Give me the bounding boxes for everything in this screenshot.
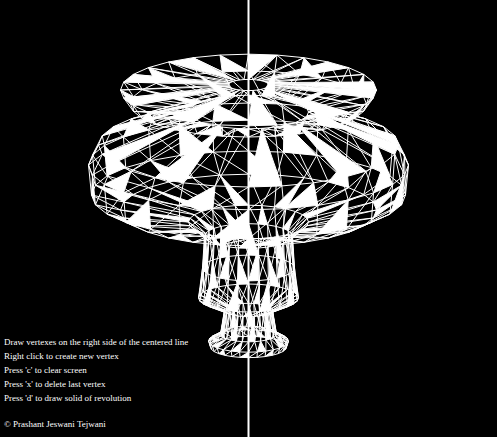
app-window: Draw vertexes on the right side of the c… [0, 0, 497, 437]
instruction-line: Press 'x' to delete last vertex [4, 377, 200, 391]
center-line [248, 0, 250, 437]
instruction-line: Draw vertexes on the right side of the c… [4, 335, 200, 349]
instruction-line: Press 'c' to clear screen [4, 363, 200, 377]
help-panel: Draw vertexes on the right side of the c… [0, 0, 200, 431]
copyright: © Prashant Jeswani Tejwani [4, 417, 200, 431]
instruction-line: Press 'd' to draw solid of revolution [4, 391, 200, 405]
instruction-line: Right click to create new vertex [4, 349, 200, 363]
